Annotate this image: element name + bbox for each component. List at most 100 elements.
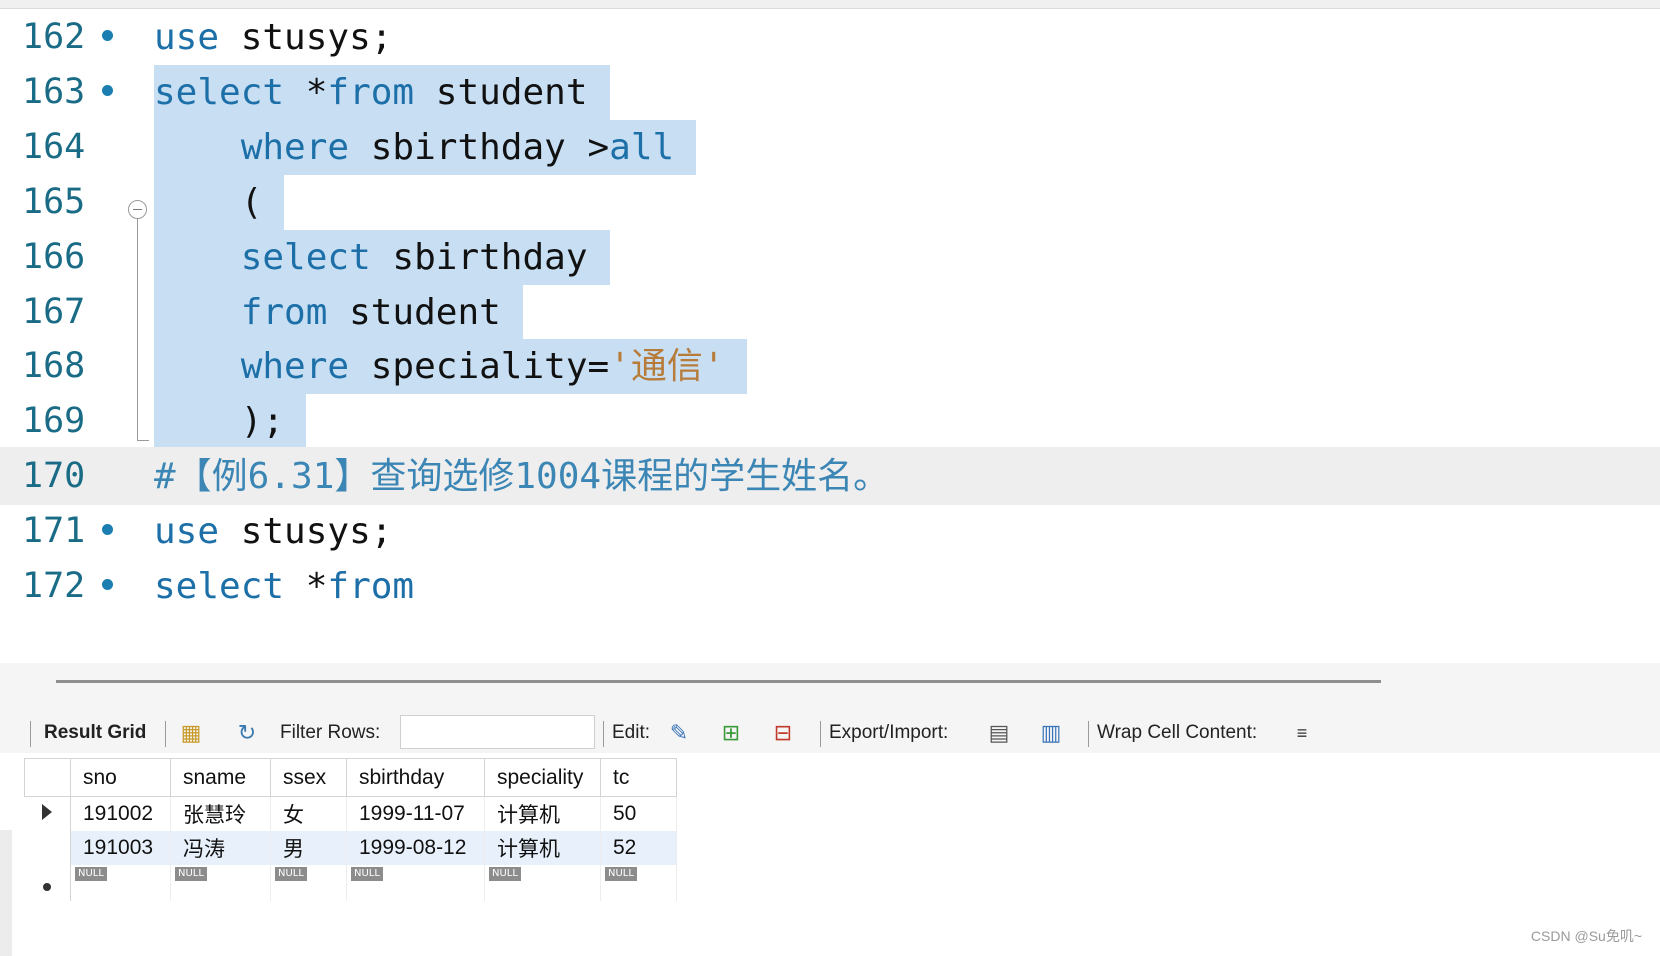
line-number: 163: [22, 71, 86, 112]
column-header-ssex[interactable]: ssex: [270, 758, 347, 797]
code-line[interactable]: 166 select sbirthday: [0, 228, 1660, 286]
line-number: 165: [22, 181, 86, 222]
grid-body: 191002 张慧玲女 1999-11-07 计算机 50 191003 冯涛男 1999-0…: [24, 796, 677, 901]
cell-sbirthday[interactable]: 1999-11-07: [346, 796, 485, 831]
fold-collapse-icon[interactable]: [128, 200, 147, 219]
code-text[interactable]: where sbirthday >all: [154, 119, 697, 175]
statement-marker-icon[interactable]: [102, 30, 113, 41]
fold-guide-end: [137, 440, 149, 441]
line-number: 162: [22, 17, 86, 57]
code-line[interactable]: 168 where speciality='通信': [0, 337, 1660, 395]
table-row[interactable]: 191003 冯涛男 1999-08-12 计算机 52: [24, 830, 677, 865]
cell-sbirthday[interactable]: 1999-08-12: [346, 830, 485, 865]
add-row-icon[interactable]: ⊞: [716, 719, 746, 747]
code-text[interactable]: (: [154, 174, 285, 230]
result-grid[interactable]: sno sname ssex sbirthday speciality tc 191002…: [24, 758, 677, 901]
refresh-icon[interactable]: ↻: [232, 719, 262, 747]
code-text[interactable]: from student: [154, 284, 523, 340]
cell-sno[interactable]: 191002: [70, 796, 171, 831]
statement-marker-icon[interactable]: [102, 579, 113, 590]
line-number: 166: [22, 236, 86, 277]
new-row[interactable]: NULL NULL NULL NULL NULL NULL: [24, 864, 677, 901]
code-line[interactable]: 162 use stusys;: [0, 8, 1660, 66]
result-grid-tab[interactable]: Result Grid: [44, 713, 146, 753]
code-line[interactable]: 164 where sbirthday >all: [0, 118, 1660, 176]
code-text[interactable]: );: [154, 394, 307, 450]
cell-tc[interactable]: 50: [600, 796, 677, 831]
cell-tc[interactable]: NULL: [600, 864, 677, 901]
row-header[interactable]: [24, 864, 71, 901]
code-text[interactable]: select *from: [154, 559, 436, 614]
column-header-speciality[interactable]: speciality: [484, 758, 601, 797]
column-header-sname[interactable]: sname: [170, 758, 271, 797]
form-editor-icon[interactable]: ▦: [176, 719, 206, 747]
delete-row-icon[interactable]: ⊟: [768, 719, 798, 747]
export-icon[interactable]: ▤: [984, 719, 1014, 747]
line-number: 171: [22, 511, 86, 552]
statement-marker-icon[interactable]: [102, 84, 113, 96]
edit-pencil-icon[interactable]: ✎: [664, 719, 694, 747]
sql-token: );: [240, 401, 285, 443]
sql-token: student: [414, 71, 588, 113]
watermark: CSDN @Su免叽~: [1530, 928, 1642, 944]
table-row[interactable]: 191002 张慧玲女 1999-11-07 计算机 50: [24, 796, 677, 831]
toolbar-separator: [30, 721, 31, 747]
null-badge: NULL: [75, 866, 107, 881]
cell-speciality[interactable]: 计算机: [484, 830, 601, 865]
grid-corner-cell[interactable]: [24, 758, 71, 797]
panel-divider: [0, 663, 1660, 713]
import-icon[interactable]: ▥: [1036, 719, 1066, 747]
sql-keyword: from: [327, 566, 415, 607]
sql-editor[interactable]: 162 use stusys; 163 select *from student 164…: [0, 0, 1660, 663]
cell-sname[interactable]: 冯涛: [170, 830, 271, 865]
code-text[interactable]: select sbirthday: [154, 229, 610, 285]
sql-keyword: select: [154, 71, 285, 113]
row-header[interactable]: [24, 796, 71, 831]
cell-tc[interactable]: 52: [600, 830, 677, 865]
current-row-arrow-icon: [42, 803, 53, 820]
cell-speciality[interactable]: 计算机: [484, 796, 601, 831]
code-line[interactable]: 163 select *from student: [0, 63, 1660, 121]
cell-sno[interactable]: 191003: [70, 830, 171, 865]
toolbar-separator: [1088, 721, 1089, 747]
code-line[interactable]: 170 #【例6.31】查询选修1004课程的学生姓名。: [0, 447, 1660, 506]
panel-splitter-handle[interactable]: [56, 680, 1381, 683]
wrap-cell-icon[interactable]: ≡: [1287, 719, 1317, 747]
cell-sno[interactable]: NULL: [70, 864, 171, 901]
code-text[interactable]: select *from student: [154, 64, 610, 120]
column-header-sno[interactable]: sno: [70, 758, 171, 797]
code-line[interactable]: 167 from student: [0, 283, 1660, 341]
sql-keyword: from: [327, 71, 415, 113]
sql-keyword: select: [240, 236, 371, 278]
column-header-tc[interactable]: tc: [600, 758, 677, 797]
cell-sname[interactable]: NULL: [170, 864, 271, 901]
code-text[interactable]: use stusys;: [154, 504, 414, 559]
column-header-sbirthday[interactable]: sbirthday: [346, 758, 485, 797]
sql-keyword: from: [240, 291, 328, 333]
row-header[interactable]: [24, 830, 71, 865]
cell-ssex[interactable]: 女: [270, 796, 347, 831]
edit-label: Edit:: [612, 722, 651, 743]
code-line[interactable]: 169 );: [0, 392, 1660, 450]
sql-keyword: all: [609, 126, 675, 168]
code-text[interactable]: where speciality='通信': [154, 339, 747, 395]
left-edge-strip: [0, 830, 12, 956]
export-import-label: Export/Import:: [829, 722, 949, 743]
code-line[interactable]: 171 use stusys;: [0, 502, 1660, 560]
line-number: 169: [22, 401, 86, 442]
code-line[interactable]: 172 select *from: [0, 557, 1660, 615]
code-line[interactable]: 165 (: [0, 173, 1660, 231]
cell-sname[interactable]: 张慧玲: [170, 796, 271, 831]
cell-sbirthday[interactable]: NULL: [346, 864, 485, 901]
cell-speciality[interactable]: NULL: [484, 864, 601, 901]
null-badge: NULL: [489, 866, 521, 881]
null-badge: NULL: [351, 866, 383, 881]
cell-ssex[interactable]: 男: [270, 830, 347, 865]
code-text[interactable]: use stusys;: [154, 10, 414, 65]
null-badge: NULL: [175, 866, 207, 881]
code-text[interactable]: #【例6.31】查询选修1004课程的学生姓名。: [154, 449, 911, 504]
cell-ssex[interactable]: NULL: [270, 864, 347, 901]
filter-rows-input[interactable]: [400, 715, 595, 749]
